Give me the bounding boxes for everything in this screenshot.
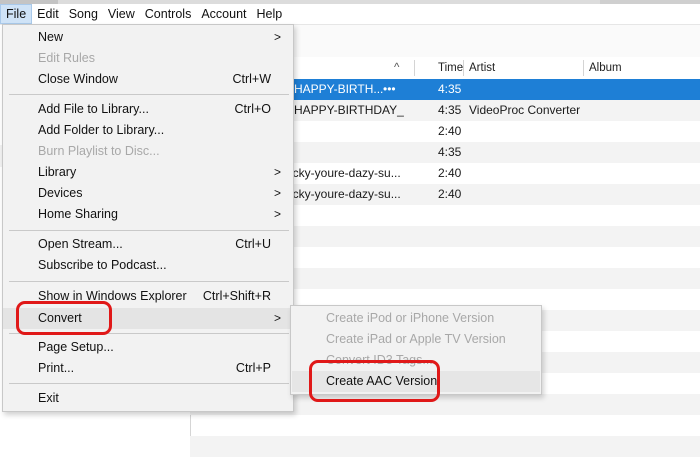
menu-item-add-folder[interactable]: Add Folder to Library... [3,120,293,141]
submenu-arrow-icon: > [273,186,281,200]
column-divider [414,60,415,76]
menu-shortcut: Ctrl+P [235,361,271,375]
menu-separator [9,230,289,231]
submenu-item-label: Create iPad or Apple TV Version [326,332,506,346]
menu-item-label: Home Sharing [38,207,118,221]
menu-separator [9,281,289,282]
more-options-icon[interactable]: ••• [383,79,396,100]
submenu-item-create-aac[interactable]: Create AAC Version [292,371,540,392]
menu-item-label: Add Folder to Library... [38,123,165,137]
menu-controls[interactable]: Controls [140,4,197,24]
menu-item-label: Library [38,165,77,179]
menu-item-close-window[interactable]: Close Window Ctrl+W [3,69,293,90]
menu-item-label: Convert [38,311,82,325]
submenu-item-label: Create AAC Version [326,374,438,388]
submenu-arrow-icon: > [273,165,281,179]
menu-item-label: Open Stream... [38,237,123,251]
convert-submenu: Create iPod or iPhone Version Create iPa… [290,305,542,395]
menu-item-label: Show in Windows Explorer [38,289,187,303]
menu-item-label: Close Window [38,72,118,86]
song-artist: VideoProc Converter [469,103,581,117]
submenu-item-ipad-appletv[interactable]: Create iPad or Apple TV Version [292,329,540,350]
menu-item-label: Exit [38,391,59,405]
menu-item-label: New [38,30,64,44]
menu-song[interactable]: Song [64,4,103,24]
sort-indicator-icon[interactable]: ^ [394,57,399,79]
menu-separator [9,94,289,95]
column-header-artist[interactable]: Artist [469,57,495,79]
menu-shortcut: Ctrl+O [234,102,271,116]
menu-item-home-sharing[interactable]: Home Sharing > [3,204,293,225]
song-time: 2:40 [438,166,462,180]
column-header-time[interactable]: Time [438,57,463,79]
menu-item-subscribe-podcast[interactable]: Subscribe to Podcast... [3,255,293,276]
song-time: 2:40 [438,187,462,201]
song-time: 2:40 [438,124,462,138]
menu-item-label: Devices [38,186,83,200]
song-name: -HAPPY-BIRTH... [290,82,384,96]
menu-shortcut: Ctrl+U [235,237,271,251]
menu-item-label: Burn Playlist to Disc... [38,144,160,158]
file-menu-dropdown: New > Edit Rules Close Window Ctrl+W Add… [2,24,294,412]
table-row-empty [190,415,700,436]
menu-item-library[interactable]: Library > [3,162,293,183]
song-time: 4:35 [438,103,462,117]
menu-item-page-setup[interactable]: Page Setup... [3,337,293,358]
song-time: 4:35 [438,145,462,159]
menu-bar: File Edit Song View Controls Account Hel… [0,4,700,25]
menu-item-label: Page Setup... [38,340,114,354]
menu-item-label: Subscribe to Podcast... [38,258,167,272]
submenu-arrow-icon: > [273,311,281,325]
menu-item-add-file[interactable]: Add File to Library... Ctrl+O [3,99,293,120]
menu-item-label: Edit Rules [38,51,95,65]
column-divider [463,60,464,76]
submenu-arrow-icon: > [273,30,281,44]
menu-item-edit-rules[interactable]: Edit Rules [3,48,293,69]
menu-separator [9,383,289,384]
menu-item-label: Print... [38,361,75,375]
menu-item-label: Add File to Library... [38,102,149,116]
menu-separator [9,333,289,334]
menu-account[interactable]: Account [196,4,251,24]
menu-item-open-stream[interactable]: Open Stream... Ctrl+U [3,234,293,255]
submenu-item-convert-id3[interactable]: Convert ID3 Tags... [292,350,540,371]
menu-edit[interactable]: Edit [32,4,64,24]
song-time: 4:35 [438,82,462,96]
menu-item-exit[interactable]: Exit [3,388,293,409]
column-header-album[interactable]: Album [589,57,622,79]
submenu-item-label: Create iPod or iPhone Version [326,311,495,325]
menu-shortcut: Ctrl+Shift+R [202,289,271,303]
menu-help[interactable]: Help [252,4,288,24]
column-divider [583,60,584,76]
song-name: -HAPPY-BIRTHDAY_ [290,103,404,117]
submenu-item-label: Convert ID3 Tags... [326,353,433,367]
song-name: icky-youre-dazy-su... [290,187,401,201]
menu-file[interactable]: File [0,4,33,24]
menu-item-show-in-explorer[interactable]: Show in Windows Explorer Ctrl+Shift+R [3,286,293,307]
submenu-arrow-icon: > [273,207,281,221]
submenu-item-ipod-iphone[interactable]: Create iPod or iPhone Version [292,308,540,329]
song-name: icky-youre-dazy-su... [290,166,401,180]
menu-item-convert[interactable]: Convert > [3,308,293,329]
menu-view[interactable]: View [103,4,140,24]
menu-item-burn-playlist[interactable]: Burn Playlist to Disc... [3,141,293,162]
menu-shortcut: Ctrl+W [232,72,271,86]
menu-item-new[interactable]: New > [3,27,293,48]
table-row-empty [190,436,700,457]
menu-item-devices[interactable]: Devices > [3,183,293,204]
menu-item-print[interactable]: Print... Ctrl+P [3,358,293,379]
